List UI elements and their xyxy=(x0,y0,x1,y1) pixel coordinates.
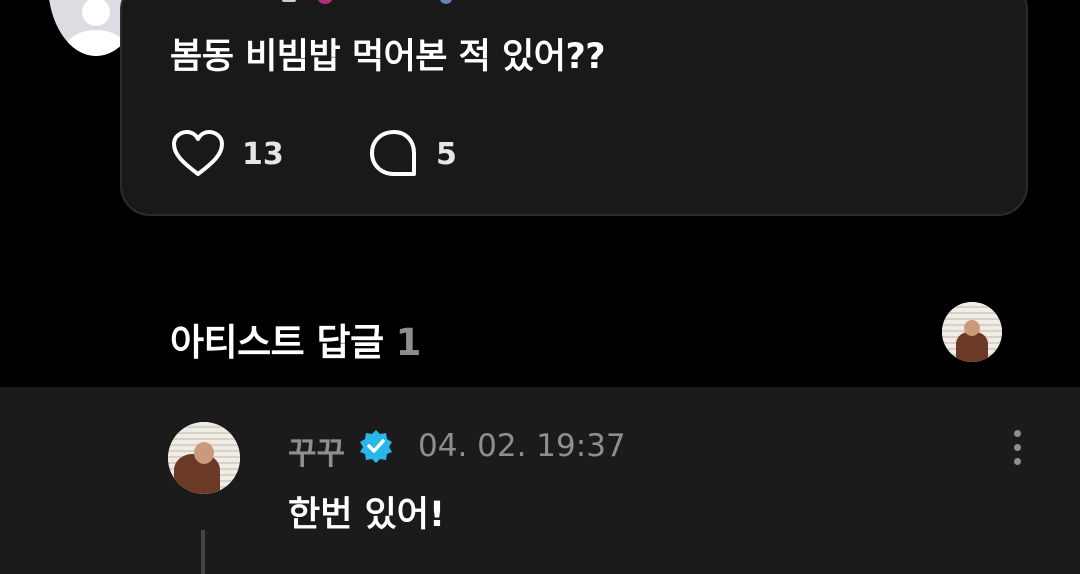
comment-bubble-icon xyxy=(370,130,416,176)
reply-text: 한번 있어! xyxy=(288,495,445,535)
reply-author-avatar[interactable] xyxy=(168,422,240,494)
default-user-icon xyxy=(82,0,110,26)
heart-outline-icon xyxy=(172,130,224,176)
section-count: 1 xyxy=(395,321,422,364)
section-title: 아티스트 답글 xyxy=(170,321,384,364)
post-text: 봄동 비빔밥 먹어본 적 있어?? xyxy=(170,37,606,77)
comment-button[interactable]: 5 xyxy=(368,128,457,180)
verified-badge-icon xyxy=(360,430,392,463)
thread-line xyxy=(201,530,205,574)
like-button[interactable]: 13 xyxy=(170,128,284,180)
comment-count: 5 xyxy=(436,136,457,172)
artist-avatar-thumbnail[interactable] xyxy=(942,302,1002,362)
more-options-icon[interactable] xyxy=(1008,428,1028,468)
reply-author-name[interactable]: 꾸꾸 xyxy=(288,428,345,473)
reply-timestamp: 04. 02. 19:37 xyxy=(418,428,626,464)
artist-reply xyxy=(0,387,1080,574)
artist-reply-header: 아티스트 답글 1 xyxy=(170,312,421,366)
like-count: 13 xyxy=(242,136,284,172)
decoration-icon xyxy=(282,0,296,2)
